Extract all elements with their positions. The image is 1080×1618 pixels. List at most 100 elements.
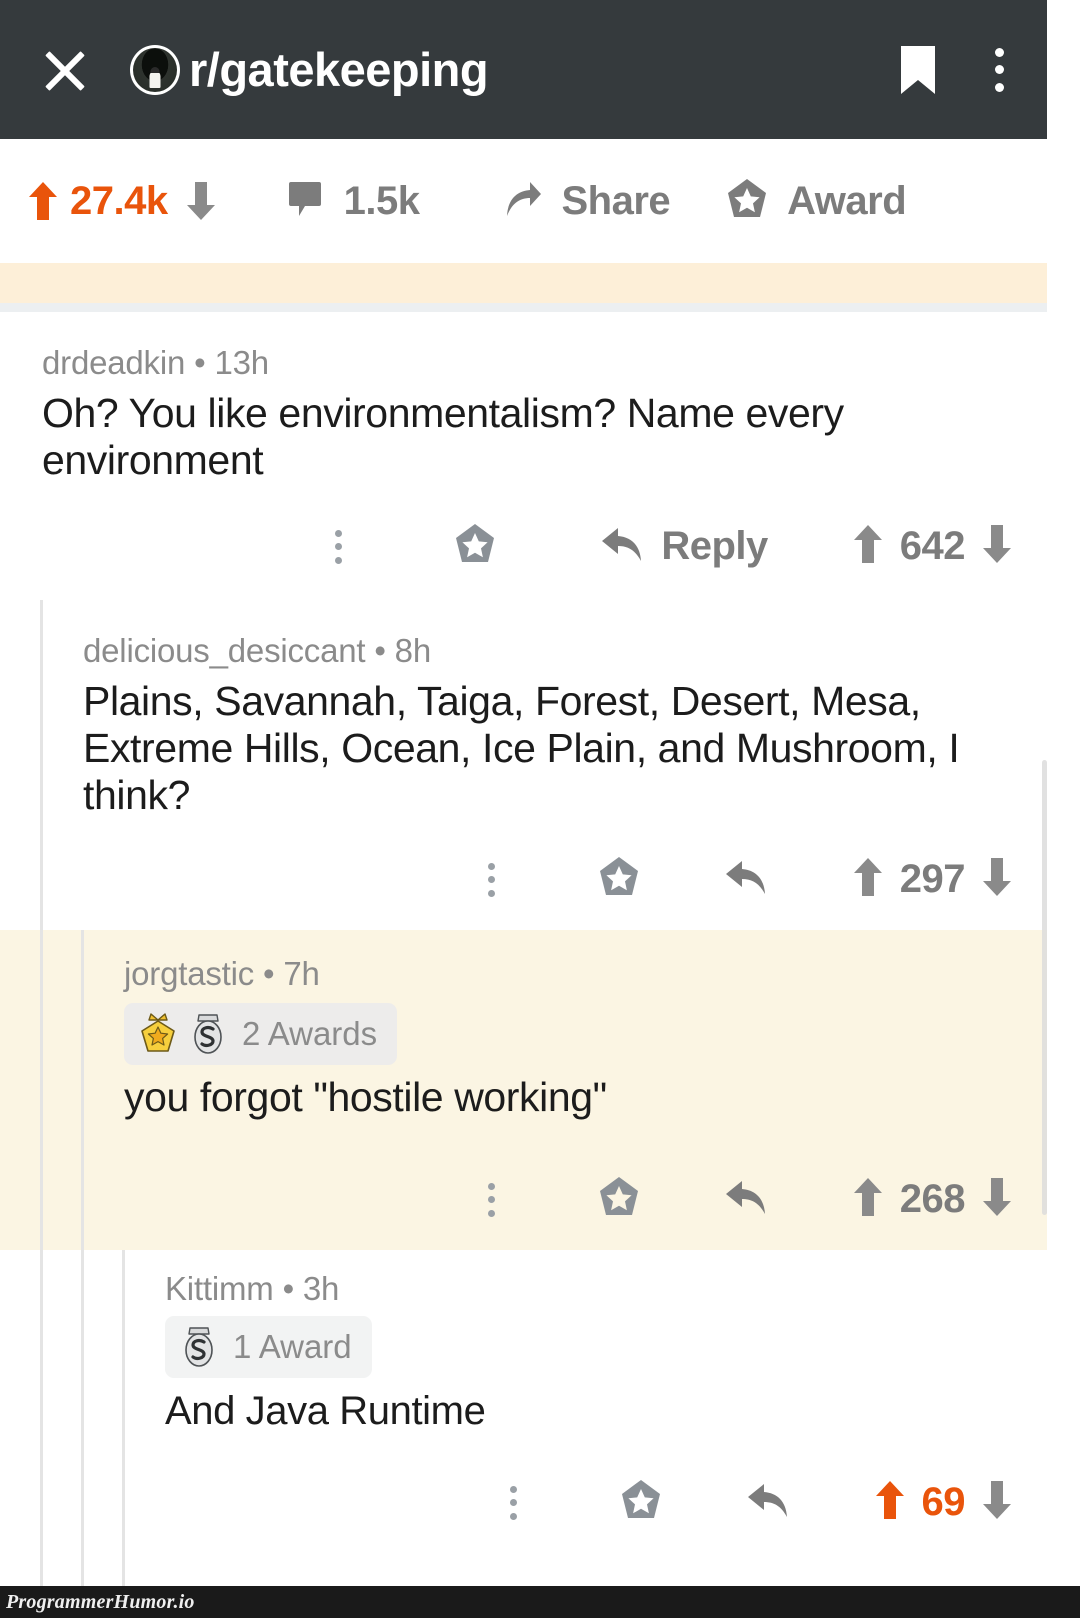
silver-s-award-badge <box>179 1324 219 1370</box>
comment-award-icon[interactable] <box>619 1478 663 1527</box>
comment-author[interactable]: jorgtastic <box>124 955 254 992</box>
comment-author[interactable]: drdeadkin <box>42 344 185 381</box>
comment-awards-label: 1 Award <box>233 1328 352 1365</box>
award-button[interactable]: Award <box>725 177 907 226</box>
comment-award-icon[interactable] <box>453 522 497 571</box>
comment-text: And Java Runtime <box>165 1389 486 1433</box>
comment-upvote-icon[interactable] <box>853 524 883 569</box>
dot-2 <box>488 1196 496 1203</box>
comment-text: Oh? You like environmentalism? Name ever… <box>42 390 844 484</box>
comment-reply-label[interactable]: Reply <box>661 524 768 569</box>
close-icon[interactable] <box>38 43 92 97</box>
comment-downvote-icon[interactable] <box>982 1480 1012 1525</box>
thread-line-depth-1 <box>40 1250 43 1586</box>
comments-list: drdeadkin • 13h Oh? You like environment… <box>0 312 1047 1586</box>
comment-age: 13h <box>214 344 269 381</box>
subreddit-avatar[interactable] <box>130 44 180 95</box>
dot-2 <box>488 876 496 883</box>
thread-line-depth-2 <box>81 930 84 1250</box>
comment-score: 268 <box>899 1177 966 1221</box>
downvote-arrow-icon[interactable] <box>186 181 216 221</box>
comment-item[interactable]: Kittimm • 3h 1 Award And Java Runtime 69 <box>0 1250 1047 1586</box>
comment-upvote-icon[interactable] <box>875 1480 905 1525</box>
section-divider-strip <box>0 303 1047 312</box>
comment-text: you forgot "hostile working" <box>124 1074 607 1120</box>
comment-text: Plains, Savannah, Taiga, Forest, Desert,… <box>83 678 960 819</box>
vote-group: 27.4k <box>28 179 216 224</box>
dot-2 <box>334 543 342 550</box>
comment-meta-separator: • <box>263 955 275 992</box>
comment-item[interactable]: drdeadkin • 13h Oh? You like environment… <box>0 312 1047 600</box>
comment-age: 3h <box>302 1270 340 1307</box>
subreddit-avatar-image <box>133 47 177 92</box>
kebab-dot-2 <box>994 65 1004 74</box>
comment-downvote-icon[interactable] <box>982 1177 1012 1222</box>
comment-reply-icon[interactable] <box>599 524 643 569</box>
comment-count-group[interactable]: 1.5k <box>288 179 420 224</box>
comment-score: 297 <box>899 857 966 901</box>
comment-awards-pill[interactable]: 1 Award <box>165 1316 372 1378</box>
avatar-figure <box>149 66 161 88</box>
comment-author[interactable]: Kittimm <box>165 1270 274 1307</box>
comment-downvote-icon[interactable] <box>982 857 1012 902</box>
right-gutter <box>1047 0 1080 1618</box>
thread-line-depth-3 <box>122 1250 125 1586</box>
dot-2 <box>510 1499 517 1506</box>
kebab-dot-1 <box>994 47 1004 57</box>
app-bar: r/gatekeeping <box>0 0 1047 139</box>
comment-meta-separator: • <box>374 632 386 669</box>
gold-star-award-badge <box>138 1011 178 1057</box>
award-star-icon <box>725 177 769 226</box>
share-button[interactable]: Share <box>503 178 671 224</box>
dot-1 <box>510 1485 517 1493</box>
kebab-dot-3 <box>994 82 1004 92</box>
comment-count: 1.5k <box>343 178 420 223</box>
comment-awards-pill[interactable]: 2 Awards <box>124 1003 398 1065</box>
silver-s-award-badge <box>188 1011 228 1057</box>
thread-line-depth-1 <box>40 930 43 1250</box>
comment-score: 69 <box>921 1480 966 1524</box>
post-action-bar: 27.4k 1.5k Share Award <box>0 139 1047 263</box>
dot-1 <box>488 1182 496 1190</box>
comment-overflow-icon[interactable] <box>509 1483 519 1523</box>
subreddit-name[interactable]: r/gatekeeping <box>189 42 489 97</box>
comment-age: 7h <box>283 955 320 992</box>
comment-upvote-icon[interactable] <box>853 1177 883 1222</box>
bookmark-icon[interactable] <box>899 44 937 96</box>
dot-1 <box>488 862 496 870</box>
dot-1 <box>334 529 342 537</box>
comment-downvote-icon[interactable] <box>982 524 1012 569</box>
watermark-text: ProgrammerHumor.io <box>6 1590 195 1613</box>
reddit-comment-screenshot: r/gatekeeping 27.4k 1.5k Share Award drd… <box>0 0 1080 1618</box>
comment-upvote-icon[interactable] <box>853 857 883 902</box>
dot-3 <box>510 1512 517 1520</box>
kebab-menu-icon[interactable] <box>977 44 1021 96</box>
dot-3 <box>488 889 496 897</box>
comment-reply-icon[interactable] <box>723 857 767 902</box>
comment-item[interactable]: delicious_desiccant • 8h Plains, Savanna… <box>0 600 1047 930</box>
comment-overflow-icon[interactable] <box>487 1180 497 1220</box>
comment-overflow-icon[interactable] <box>333 527 343 567</box>
comment-meta-separator: • <box>282 1270 295 1307</box>
award-label: Award <box>787 178 907 223</box>
comment-bubble-icon <box>288 180 322 223</box>
post-score: 27.4k <box>70 178 168 223</box>
comment-awards-label: 2 Awards <box>242 1015 378 1052</box>
comment-score: 642 <box>899 524 966 568</box>
comment-reply-icon[interactable] <box>745 1480 789 1525</box>
thread-line-depth-2 <box>81 1250 84 1586</box>
comment-overflow-icon[interactable] <box>487 860 497 900</box>
dot-3 <box>488 1209 496 1217</box>
comment-award-icon[interactable] <box>597 855 641 904</box>
comment-award-icon[interactable] <box>597 1175 641 1224</box>
dot-3 <box>334 556 342 564</box>
upvote-arrow-icon[interactable] <box>28 181 58 221</box>
comment-meta-separator: • <box>194 344 206 381</box>
highlight-strip-cream <box>0 263 1047 303</box>
comment-age: 8h <box>394 632 432 669</box>
comment-item-highlighted[interactable]: jorgtastic • 7h 2 Awards you forgot "hos… <box>0 930 1047 1250</box>
thread-line-depth-1 <box>40 600 43 930</box>
comment-author[interactable]: delicious_desiccant <box>83 632 366 669</box>
share-label: Share <box>561 178 671 223</box>
comment-reply-icon[interactable] <box>723 1177 767 1222</box>
